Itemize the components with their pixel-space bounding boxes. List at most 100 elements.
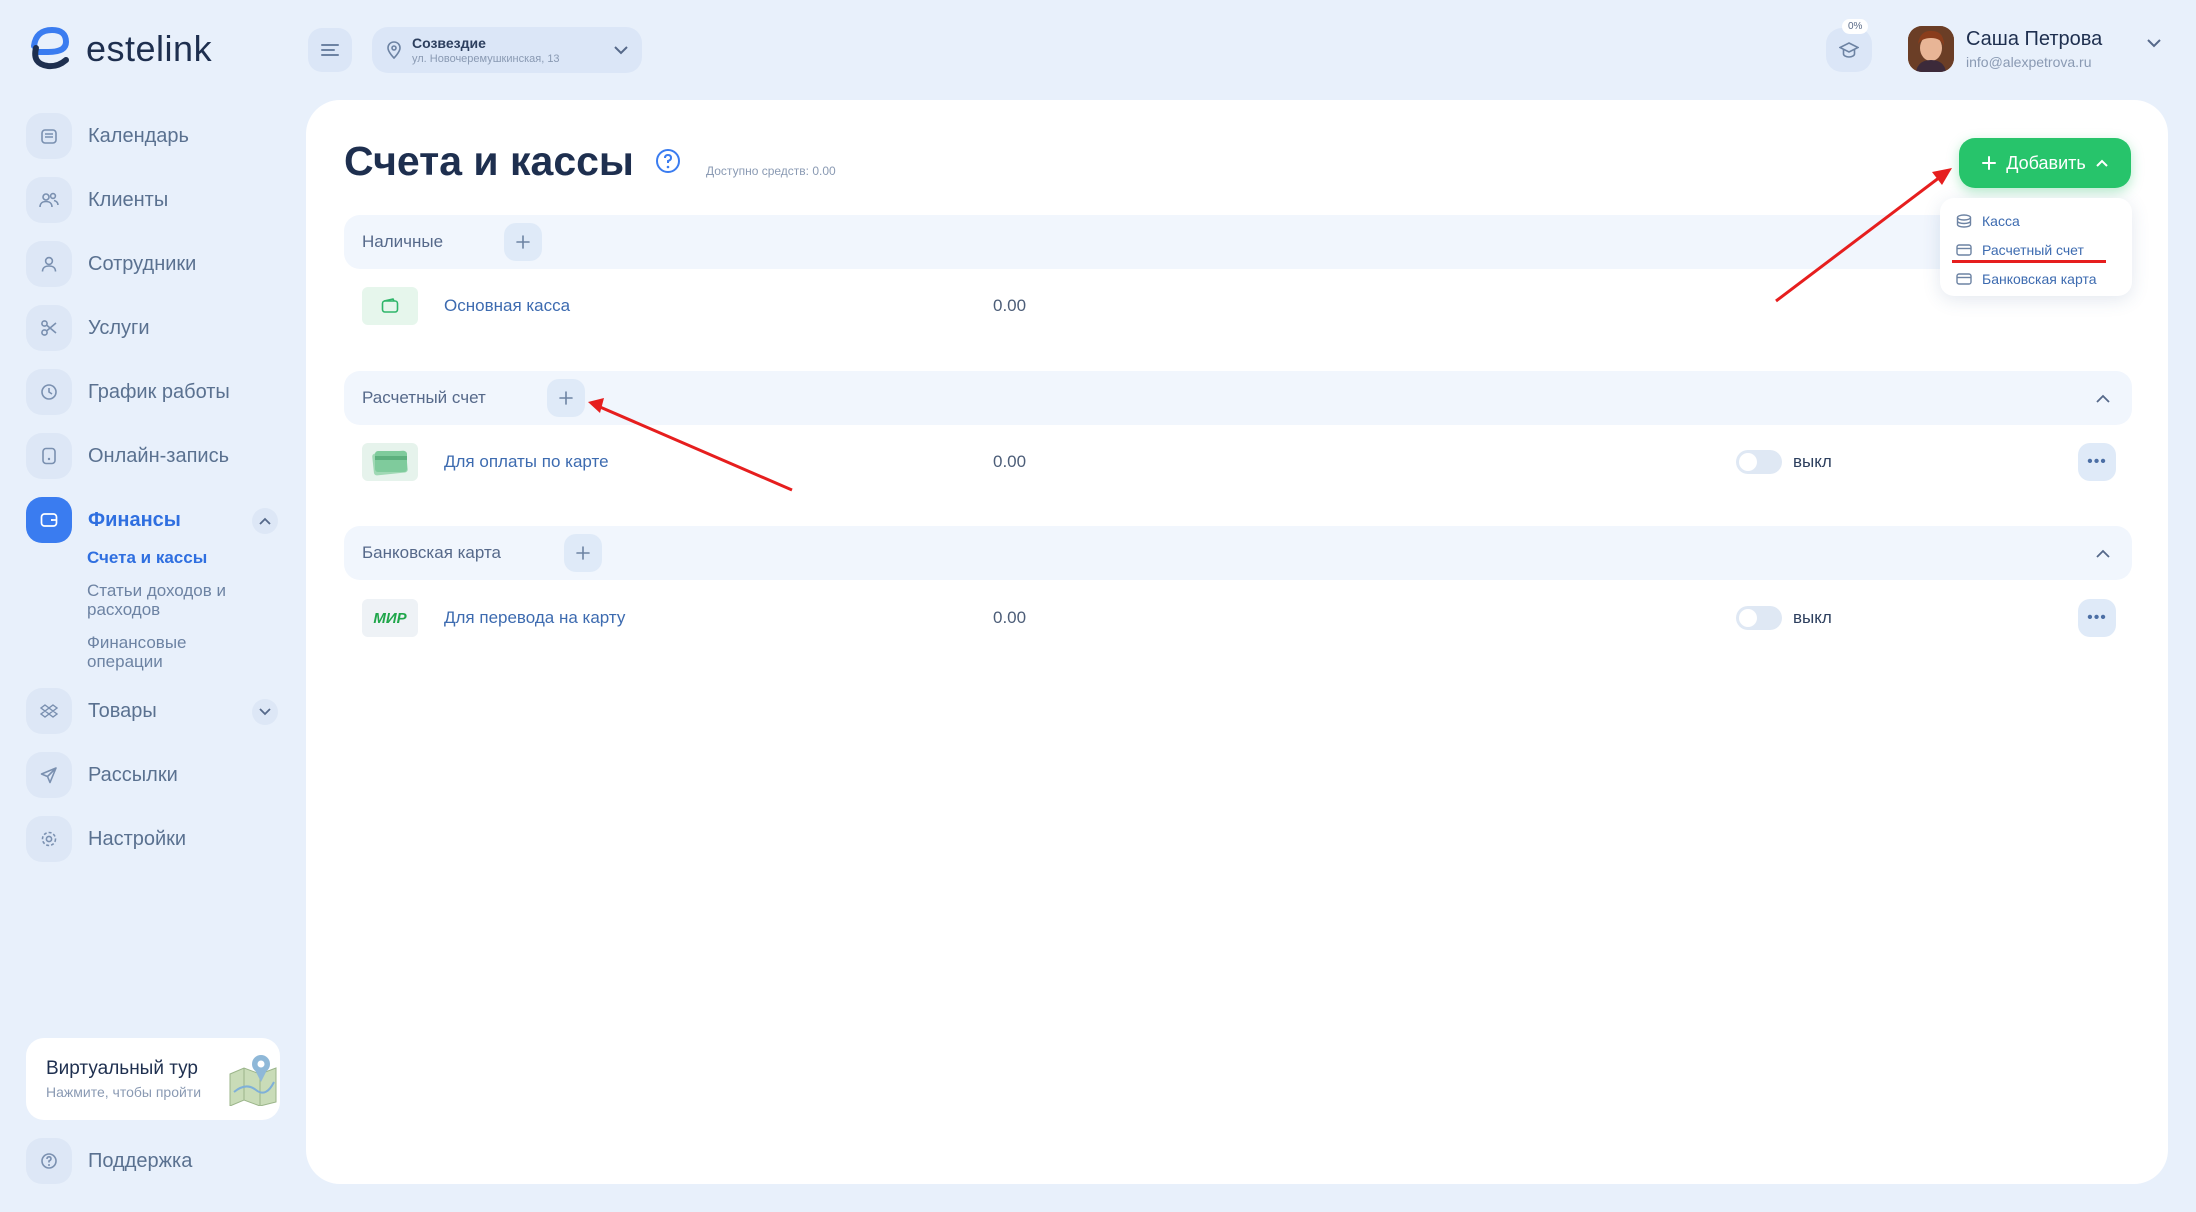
submenu-income-expense-items[interactable]: Статьи доходов и расходов (87, 581, 257, 619)
plus-icon (576, 546, 590, 560)
support-link[interactable]: Поддержка (26, 1138, 192, 1184)
onboarding-progress-button[interactable] (1826, 28, 1872, 72)
sidebar-item-label: Финансы (88, 508, 181, 531)
virtual-tour-card[interactable]: Виртуальный тур Нажмите, чтобы пройти (26, 1038, 280, 1120)
dropdown-item-label: Касса (1982, 212, 2020, 229)
user-profile[interactable]: Саша Петрова info@alexpetrova.ru (1908, 26, 2102, 72)
table-row: Для оплаты по карте 0.00 выкл ••• (362, 434, 2132, 490)
sidebar: Календарь Клиенты Сотрудники Услуги Граф… (26, 112, 282, 879)
section-title: Банковская карта (362, 543, 502, 562)
sidebar-item-label: Рассылки (88, 763, 178, 786)
more-options-button[interactable]: ••• (2078, 443, 2116, 481)
chevron-down-icon[interactable] (252, 699, 278, 725)
scissors-icon (26, 305, 72, 351)
add-settlement-button[interactable] (547, 379, 585, 417)
account-toggle[interactable] (1736, 606, 1782, 630)
page-title: Счета и кассы (344, 138, 634, 184)
collapse-chevron-icon[interactable] (2090, 540, 2116, 566)
add-cash-button[interactable] (504, 223, 542, 261)
location-pin-icon (387, 41, 401, 59)
sidebar-item-label: График работы (88, 380, 230, 403)
main-content: Счета и кассы Доступно средств: 0.00 Доб… (306, 100, 2168, 1184)
help-circle-icon (26, 1138, 72, 1184)
account-name[interactable]: Для оплаты по карте (444, 452, 609, 472)
account-balance: 0.00 (993, 296, 1027, 315)
table-row: МИР Для перевода на карту 0.00 выкл ••• (362, 590, 2132, 646)
sidebar-item-label: Товары (88, 699, 157, 722)
section-title: Наличные (362, 232, 444, 251)
add-dropdown-menu: Касса Расчетный счет Банковская карта (1940, 198, 2132, 296)
brand-logo[interactable]: estelink (26, 24, 212, 74)
sidebar-item-label: Настройки (88, 827, 187, 850)
dropdown-item-label: Банковская карта (1982, 270, 2097, 287)
section-settlement-header: Расчетный счет (344, 371, 2132, 425)
submenu-accounts[interactable]: Счета и кассы (87, 548, 257, 567)
map-illustration-icon (229, 1055, 277, 1106)
toggle-state-label: выкл (1793, 608, 1832, 627)
dropdown-item-cashbox[interactable]: Касса (1940, 206, 2132, 235)
user-icon (26, 241, 72, 287)
user-menu-chevron-icon[interactable] (2146, 38, 2162, 48)
sidebar-item-clients[interactable]: Клиенты (26, 176, 282, 224)
account-balance: 0.00 (993, 452, 1027, 471)
account-name[interactable]: Основная касса (444, 296, 570, 316)
ellipsis-icon: ••• (2087, 453, 2107, 470)
clock-icon (26, 369, 72, 415)
location-name: Созвездие (412, 35, 486, 51)
sidebar-item-label: Календарь (88, 124, 189, 147)
sidebar-item-staff[interactable]: Сотрудники (26, 240, 282, 288)
chevron-up-icon (2096, 159, 2108, 167)
toggle-state-label: выкл (1793, 452, 1832, 471)
sidebar-item-label: Клиенты (88, 188, 169, 211)
user-email: info@alexpetrova.ru (1966, 54, 2092, 70)
sidebar-item-settings[interactable]: Настройки (26, 815, 282, 863)
sidebar-item-calendar[interactable]: Календарь (26, 112, 282, 160)
collapse-chevron-icon[interactable] (2090, 385, 2116, 411)
sidebar-item-services[interactable]: Услуги (26, 304, 282, 352)
location-selector[interactable]: Созвездие ул. Новочеремушкинская, 13 (372, 27, 642, 73)
location-address: ул. Новочеремушкинская, 13 (412, 53, 560, 65)
annotation-underline (1952, 260, 2106, 263)
ellipsis-icon: ••• (2087, 609, 2107, 626)
sidebar-item-label: Сотрудники (88, 252, 197, 275)
sidebar-item-online-booking[interactable]: Онлайн-запись (26, 432, 282, 480)
account-toggle[interactable] (1736, 450, 1782, 474)
menu-icon (321, 44, 339, 56)
more-options-button[interactable]: ••• (2078, 599, 2116, 637)
help-icon[interactable] (655, 148, 681, 174)
calendar-icon (26, 113, 72, 159)
card-brand-label: МИР (373, 609, 407, 627)
dropdown-item-label: Расчетный счет (1982, 241, 2084, 258)
plus-icon (516, 235, 530, 249)
menu-toggle-button[interactable] (308, 28, 352, 72)
available-funds: Доступно средств: 0.00 (706, 164, 836, 178)
card-icon (1956, 272, 1972, 285)
wallet-icon (26, 497, 72, 543)
section-bank-card-header: Банковская карта (344, 526, 2132, 580)
avatar (1908, 26, 1954, 72)
dropdown-item-bank-card[interactable]: Банковская карта (1940, 264, 2132, 293)
sidebar-item-goods[interactable]: Товары (26, 687, 282, 735)
mir-card-logo: МИР (362, 599, 418, 637)
coins-icon (1956, 213, 1972, 228)
sidebar-item-finance[interactable]: Финансы (26, 496, 282, 544)
add-button[interactable]: Добавить (1959, 138, 2131, 188)
sidebar-item-label: Услуги (88, 316, 150, 339)
dropdown-item-settlement-account[interactable]: Расчетный счет (1940, 235, 2132, 264)
add-bank-card-button[interactable] (564, 534, 602, 572)
user-name: Саша Петрова (1966, 28, 2103, 50)
logo-mark-icon (26, 24, 76, 74)
account-name[interactable]: Для перевода на карту (444, 608, 625, 628)
table-row: Основная касса 0.00 (362, 278, 2132, 334)
submenu-financial-operations[interactable]: Финансовые операции (87, 633, 257, 671)
sidebar-item-mailings[interactable]: Рассылки (26, 751, 282, 799)
send-icon (26, 752, 72, 798)
progress-badge: 0% (1842, 19, 1869, 34)
sidebar-item-schedule[interactable]: График работы (26, 368, 282, 416)
plus-icon (1982, 156, 1997, 170)
support-label: Поддержка (88, 1149, 193, 1172)
chevron-up-icon[interactable] (252, 508, 278, 534)
wallet-icon (362, 287, 418, 325)
add-button-label: Добавить (2006, 152, 2086, 173)
payment-card-icon (362, 443, 418, 481)
